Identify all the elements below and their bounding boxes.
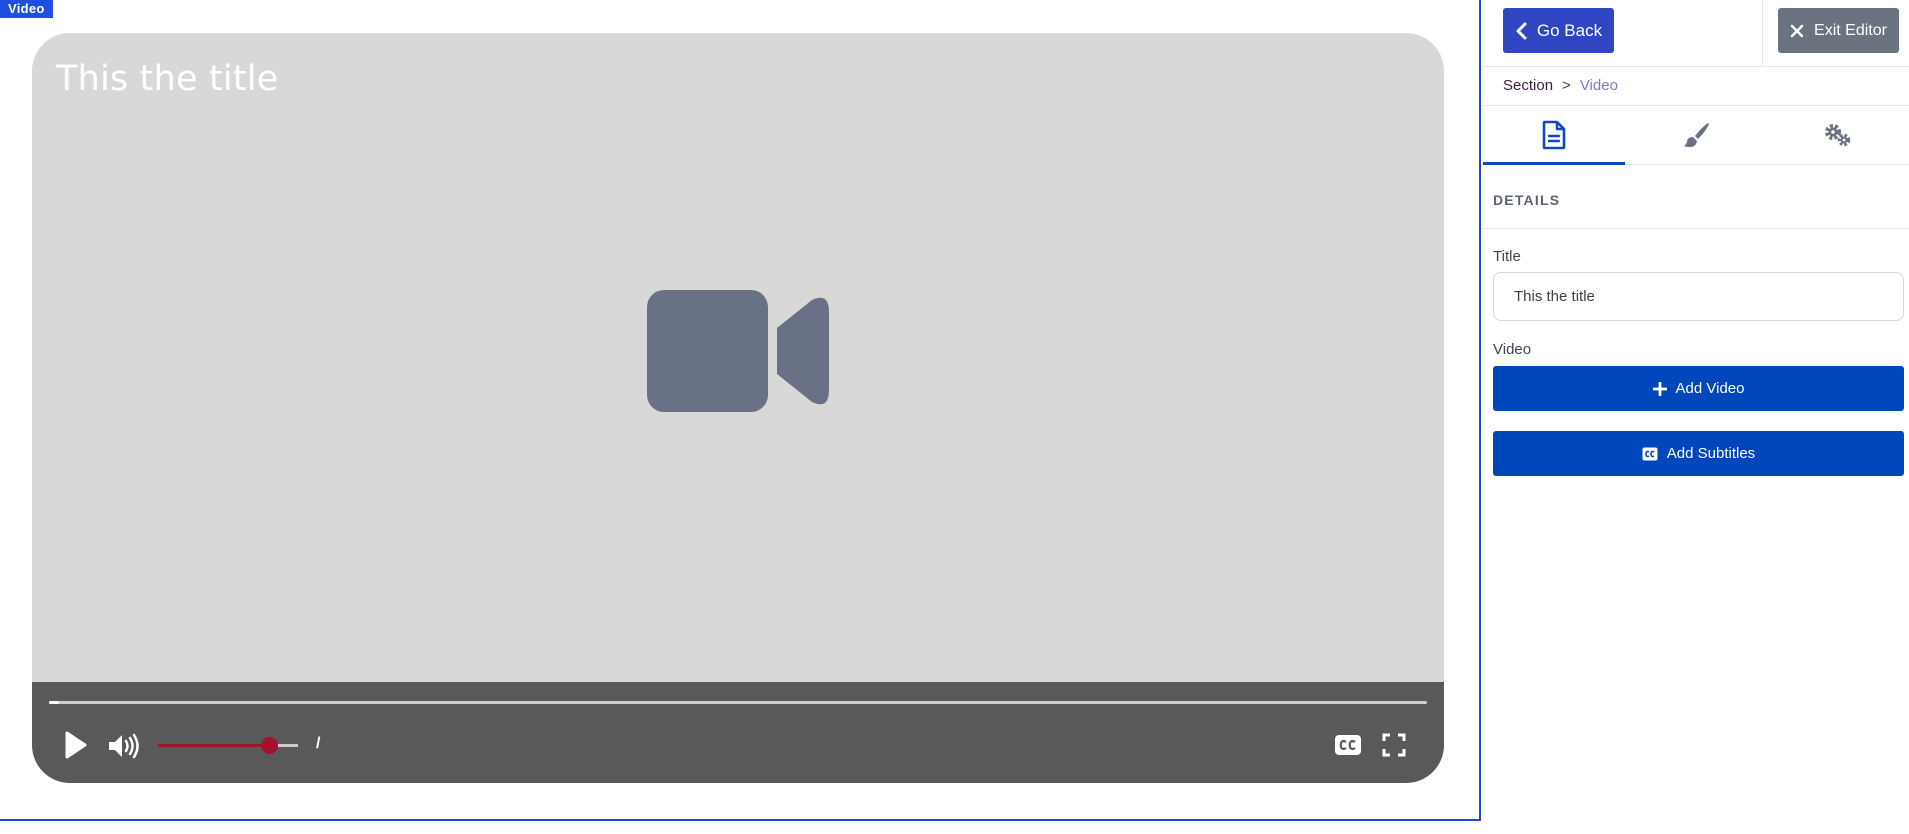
- play-icon: [65, 731, 87, 759]
- volume-slider[interactable]: [158, 737, 298, 754]
- add-video-button[interactable]: Add Video: [1493, 366, 1904, 411]
- add-subtitles-label: Add Subtitles: [1666, 445, 1756, 462]
- element-type-tag[interactable]: Video: [0, 0, 53, 18]
- video-camera-icon: [647, 290, 829, 412]
- close-icon: [1790, 24, 1804, 37]
- volume-fill: [158, 744, 269, 747]
- title-label: Title: [1493, 248, 1521, 265]
- sidebar-tabs: [1483, 105, 1909, 165]
- time-display: /: [316, 735, 321, 752]
- properties-sidebar: Go Back Exit Editor Section > Video DETA…: [1483, 0, 1909, 834]
- progress-bar[interactable]: [49, 701, 1427, 704]
- video-label: Video: [1493, 341, 1532, 358]
- volume-icon: [109, 733, 139, 759]
- breadcrumb-current: Video: [1579, 77, 1618, 94]
- player-controls-bar: /: [32, 682, 1444, 783]
- details-divider: [1483, 228, 1909, 229]
- fullscreen-icon: [1382, 733, 1406, 757]
- closed-captions-icon: [1335, 735, 1361, 755]
- volume-thumb[interactable]: [260, 737, 278, 754]
- tab-style[interactable]: [1625, 106, 1767, 164]
- fullscreen-button[interactable]: [1381, 732, 1407, 758]
- captions-button[interactable]: [1334, 734, 1362, 756]
- mute-button[interactable]: [107, 732, 141, 760]
- add-subtitles-button[interactable]: Add Subtitles: [1493, 431, 1904, 476]
- exit-editor-label: Exit Editor: [1814, 21, 1887, 39]
- go-back-label: Go Back: [1536, 20, 1603, 40]
- breadcrumb: Section > Video: [1503, 77, 1618, 94]
- chevron-left-icon: [1516, 22, 1527, 39]
- document-icon: [1542, 120, 1566, 150]
- sidebar-topbar: Go Back Exit Editor: [1483, 0, 1909, 67]
- video-player[interactable]: This the title /: [32, 33, 1444, 783]
- closed-captions-icon: [1642, 447, 1658, 460]
- play-button[interactable]: [62, 730, 90, 760]
- add-video-label: Add Video: [1675, 380, 1745, 397]
- tab-content[interactable]: [1483, 106, 1625, 165]
- video-title-overlay: This the title: [56, 59, 279, 99]
- details-heading: DETAILS: [1493, 192, 1561, 208]
- progress-fill: [49, 701, 59, 704]
- paintbrush-icon: [1684, 123, 1709, 147]
- breadcrumb-section[interactable]: Section: [1503, 77, 1553, 94]
- topbar-divider: [1762, 0, 1763, 67]
- exit-editor-button[interactable]: Exit Editor: [1778, 8, 1899, 53]
- tab-settings[interactable]: [1767, 106, 1909, 164]
- title-input[interactable]: [1493, 272, 1904, 321]
- plus-icon: [1652, 381, 1667, 396]
- breadcrumb-separator: >: [1562, 77, 1571, 94]
- go-back-button[interactable]: Go Back: [1503, 8, 1614, 53]
- editor-canvas: Video This the title /: [0, 0, 1481, 821]
- gears-icon: [1825, 124, 1851, 147]
